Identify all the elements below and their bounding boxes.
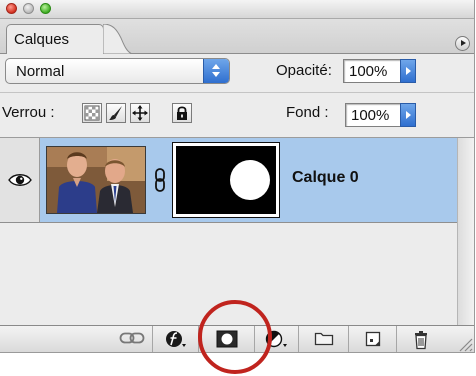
lock-row: Verrou : Fond: 100%	[0, 93, 474, 138]
tab-label: Calques	[14, 31, 70, 48]
minimize-icon[interactable]	[23, 3, 34, 14]
tab-edge	[103, 24, 133, 54]
panel-menu-icon[interactable]	[455, 36, 470, 51]
title-bar	[0, 0, 474, 19]
zoom-icon[interactable]	[40, 3, 51, 14]
lock-image-icon[interactable]	[106, 103, 126, 123]
layer-name[interactable]: Calque 0	[292, 169, 359, 187]
fill-input[interactable]: 100%	[345, 103, 401, 127]
layer-mask-thumbnail[interactable]	[172, 142, 280, 218]
new-group-icon[interactable]	[298, 326, 348, 352]
blend-row: Normal Opacité: 100%	[0, 54, 474, 93]
fill-label: Fond :	[286, 104, 329, 121]
new-layer-icon[interactable]	[348, 326, 396, 352]
link-layers-icon[interactable]	[112, 326, 152, 352]
lock-transparency-icon[interactable]	[82, 103, 102, 123]
close-icon[interactable]	[6, 3, 17, 14]
screenshot-stage: Calques Normal Opacité: 100% Verrou: Fo…	[0, 0, 476, 376]
lock-position-icon[interactable]	[130, 103, 150, 123]
mask-circle	[230, 160, 270, 200]
layer-list: Calque 0	[0, 138, 474, 325]
highlight-annotation-circle	[198, 300, 272, 374]
lock-label: Verrou :	[2, 104, 55, 121]
fill-popup-button[interactable]	[400, 103, 416, 127]
resize-grip-icon[interactable]	[456, 326, 474, 352]
tab-strip: Calques	[0, 19, 474, 54]
opacity-popup-button[interactable]	[400, 59, 416, 83]
lock-all-icon[interactable]	[172, 103, 192, 123]
trash-icon[interactable]	[396, 326, 444, 352]
eye-icon	[8, 174, 32, 186]
opacity-label: Opacité:	[276, 62, 332, 79]
scrollbar[interactable]	[457, 138, 474, 325]
chain-link-icon[interactable]	[153, 168, 167, 192]
tab-calques[interactable]: Calques	[6, 24, 104, 54]
blend-mode-select[interactable]: Normal	[5, 58, 230, 84]
layer-style-icon[interactable]	[152, 326, 198, 352]
opacity-input[interactable]: 100%	[343, 59, 401, 83]
layer-row[interactable]: Calque 0	[0, 138, 457, 223]
arrow-right-icon	[406, 67, 411, 75]
layer-thumbnail[interactable]	[46, 146, 146, 214]
arrow-right-icon	[406, 111, 411, 119]
visibility-toggle[interactable]	[0, 138, 40, 222]
blend-mode-value: Normal	[16, 63, 65, 80]
updown-arrows-icon	[203, 59, 229, 83]
